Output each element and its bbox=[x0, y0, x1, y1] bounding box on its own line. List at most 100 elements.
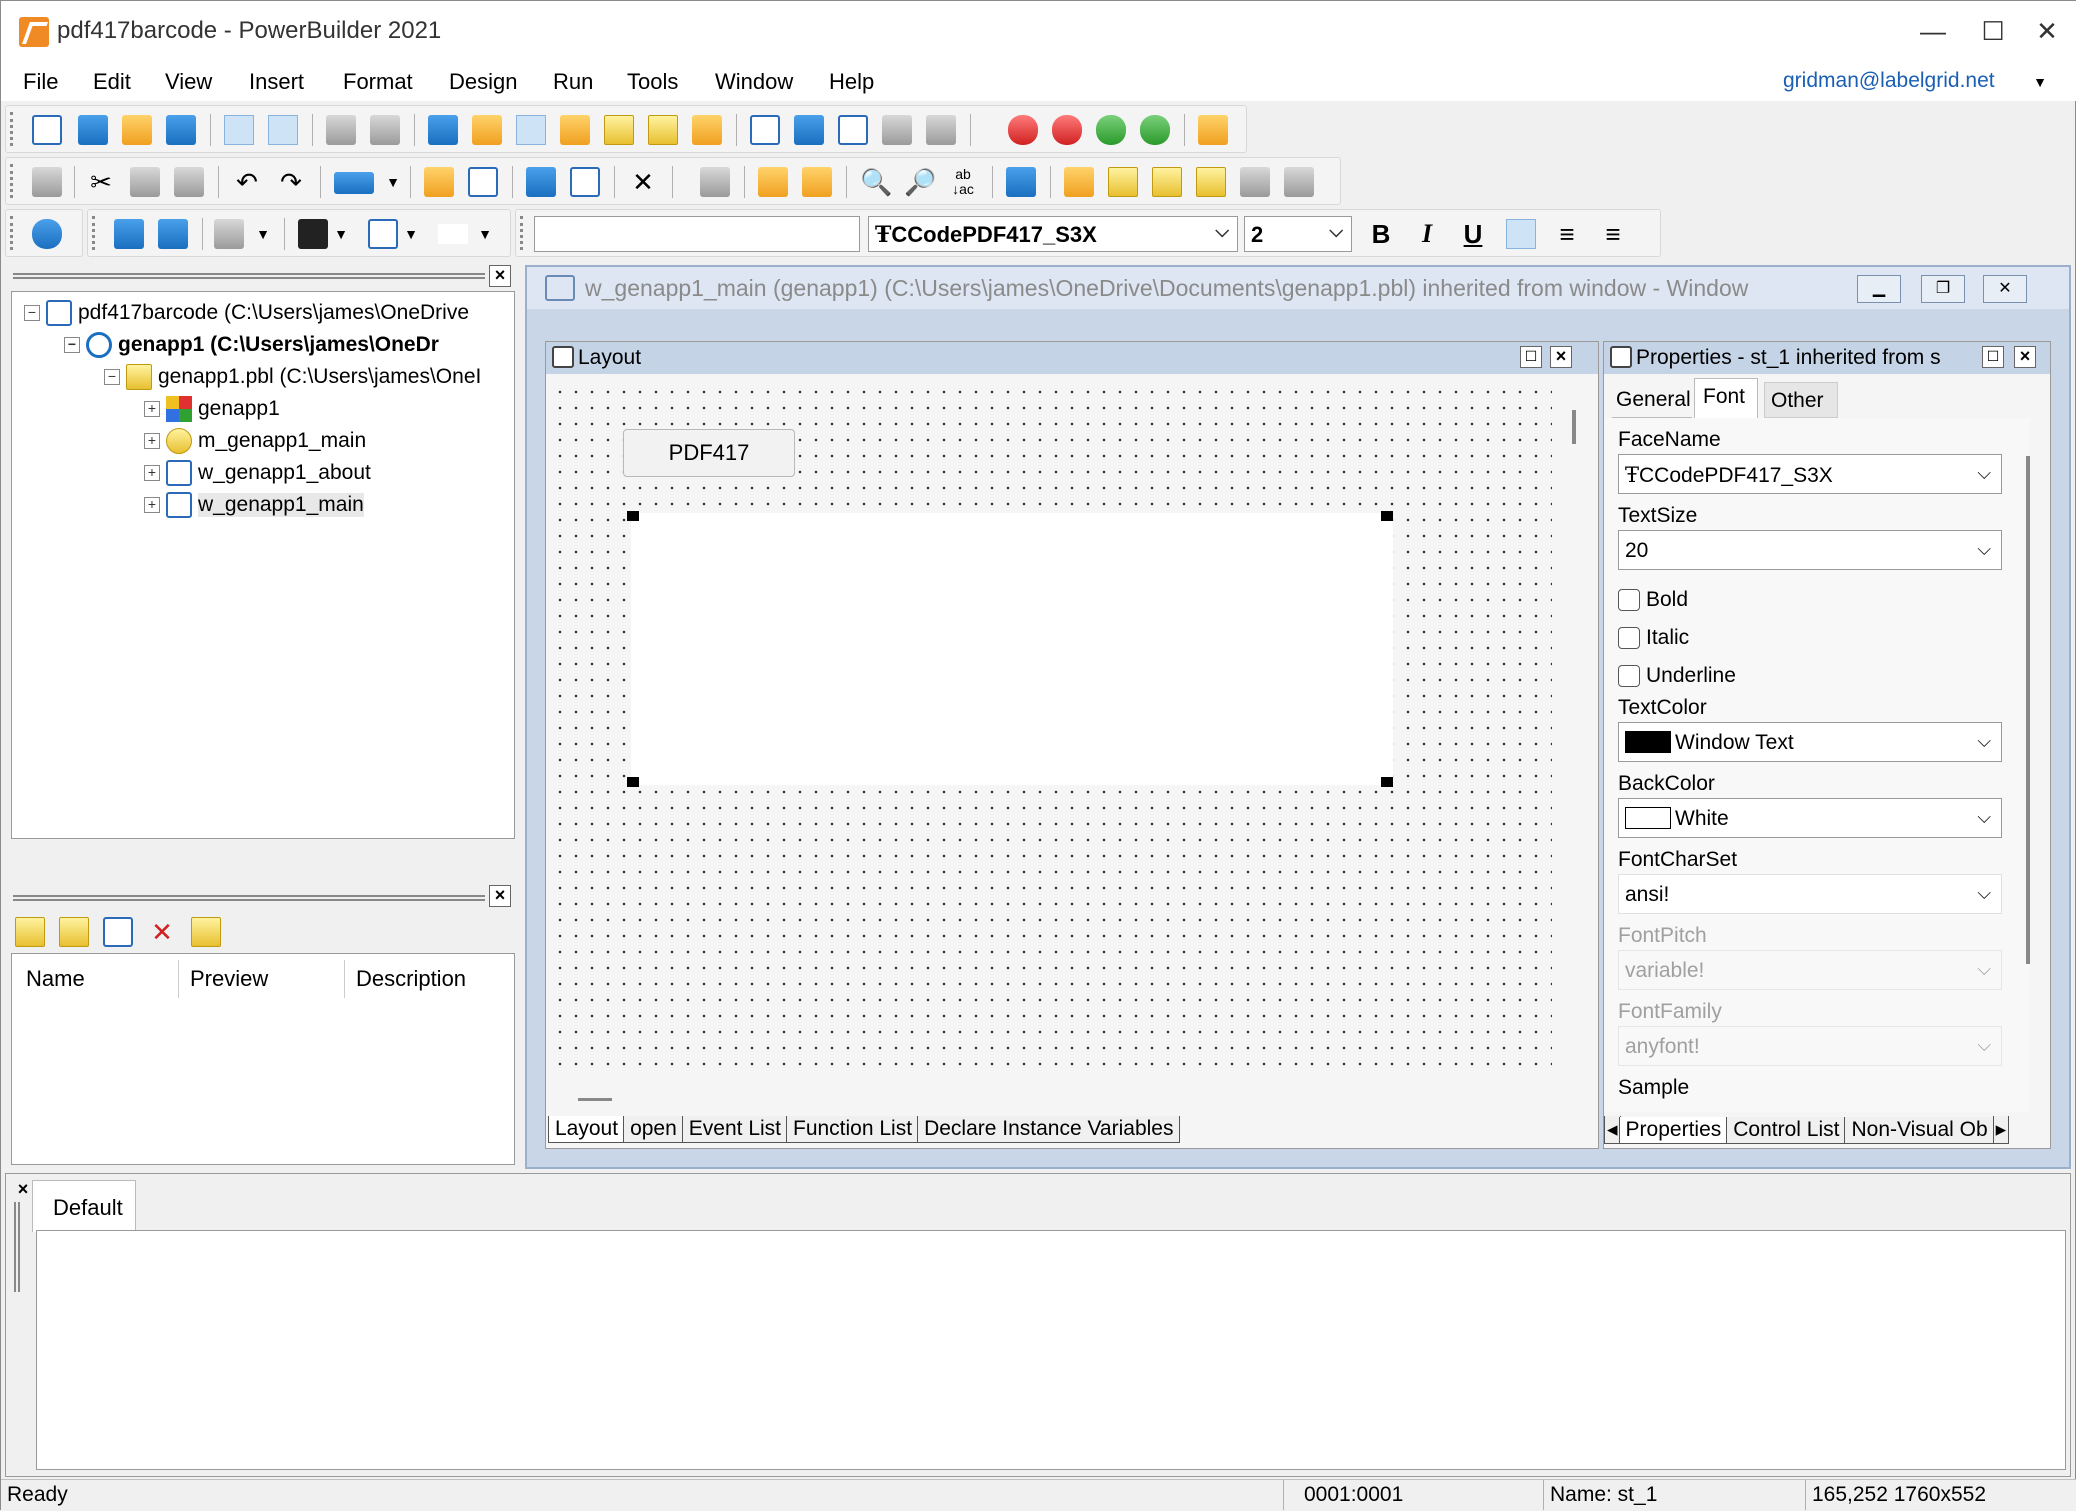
close-panel-icon[interactable]: × bbox=[489, 265, 511, 287]
expand-icon[interactable]: + bbox=[144, 401, 160, 417]
collapse-icon[interactable]: − bbox=[104, 369, 120, 385]
align-left-icon[interactable] bbox=[1506, 219, 1536, 249]
link-icon[interactable] bbox=[32, 219, 62, 249]
bring-front-icon[interactable] bbox=[114, 219, 144, 249]
line-numbers-icon[interactable] bbox=[526, 167, 556, 197]
resize-handle[interactable] bbox=[627, 777, 639, 787]
panel-drag-bar[interactable] bbox=[14, 1202, 20, 1292]
chart-icon[interactable] bbox=[560, 115, 590, 145]
close-pane-icon[interactable]: × bbox=[2014, 346, 2036, 368]
tab-order-icon[interactable] bbox=[758, 167, 788, 197]
user-account-link[interactable]: gridman@labelgrid.net bbox=[1783, 69, 1995, 93]
toolbar-grip[interactable] bbox=[10, 216, 14, 250]
menu-window[interactable]: Window bbox=[715, 69, 793, 95]
toolbar-grip[interactable] bbox=[520, 216, 524, 250]
font-name-combo[interactable]: ŦCCodePDF417_S3X ⌵ bbox=[868, 216, 1238, 252]
save-icon[interactable] bbox=[32, 167, 62, 197]
scroll-right-icon[interactable]: ▸ bbox=[1992, 1116, 2010, 1144]
paste-global-icon[interactable] bbox=[1284, 167, 1314, 197]
clip-properties-icon[interactable] bbox=[103, 917, 133, 947]
user-dropdown-icon[interactable]: ▼ bbox=[2025, 67, 2055, 97]
list-icon[interactable] bbox=[428, 115, 458, 145]
close-pane-icon[interactable]: × bbox=[1550, 346, 1572, 368]
underline-checkbox[interactable]: Underline bbox=[1618, 664, 1736, 688]
pdf417-command-button[interactable]: PDF417 bbox=[623, 429, 795, 477]
cut-icon[interactable]: ✂ bbox=[86, 167, 116, 197]
minimize-button[interactable]: — bbox=[1903, 13, 1963, 49]
maximize-pane-icon[interactable]: ☐ bbox=[1982, 346, 2004, 368]
tree-item-workspace[interactable]: − pdf417barcode (C:\Users\james\OneDrive bbox=[24, 300, 469, 326]
close-panel-icon[interactable]: × bbox=[489, 885, 511, 907]
backcolor-combo[interactable]: White ⌵ bbox=[1618, 798, 2002, 838]
resize-handle[interactable] bbox=[1381, 511, 1393, 521]
tab-function-list[interactable]: Function List bbox=[786, 1116, 920, 1143]
close-panel-icon[interactable]: × bbox=[12, 1180, 34, 1202]
output-text-area[interactable] bbox=[36, 1230, 2066, 1470]
tab-other[interactable]: Other bbox=[1764, 382, 1838, 418]
tree-item-window-about[interactable]: + w_genapp1_about bbox=[144, 460, 371, 486]
painter-close-button[interactable]: ✕ bbox=[1983, 275, 2027, 303]
run-icon[interactable] bbox=[1096, 115, 1126, 145]
expand-icon[interactable]: + bbox=[144, 465, 160, 481]
clip-delete-icon[interactable]: ✕ bbox=[147, 917, 177, 947]
tab-declare-instance-variables[interactable]: Declare Instance Variables bbox=[917, 1116, 1181, 1143]
resize-handle[interactable] bbox=[1381, 777, 1393, 787]
tree-item-target[interactable]: − genapp1 (C:\Users\james\OneDr bbox=[64, 332, 439, 358]
browse-folder-icon[interactable] bbox=[472, 115, 502, 145]
clip-icon[interactable] bbox=[516, 115, 546, 145]
vertical-scrollbar[interactable] bbox=[2026, 456, 2030, 964]
textsize-combo[interactable]: 20 ⌵ bbox=[1618, 530, 2002, 570]
debug-icon[interactable] bbox=[1008, 115, 1038, 145]
library-upload-icon[interactable] bbox=[268, 115, 298, 145]
edit-icon[interactable] bbox=[692, 115, 722, 145]
paste-icon[interactable] bbox=[174, 167, 204, 197]
delete-icon[interactable]: ✕ bbox=[628, 167, 658, 197]
select-run-icon[interactable] bbox=[1140, 115, 1170, 145]
inherit-icon[interactable] bbox=[78, 115, 108, 145]
column-header-description[interactable]: Description bbox=[356, 966, 466, 992]
store-closed-icon[interactable] bbox=[926, 115, 956, 145]
column-header-preview[interactable]: Preview bbox=[190, 966, 268, 992]
tab-general[interactable]: General bbox=[1612, 382, 1692, 418]
find-next-icon[interactable]: 🔎 bbox=[904, 167, 936, 197]
toolbar-grip[interactable] bbox=[92, 216, 96, 250]
horizontal-scrollbar[interactable] bbox=[578, 1098, 612, 1101]
painter-restore-button[interactable]: ❐ bbox=[1921, 275, 1965, 303]
column-header-name[interactable]: Name bbox=[26, 966, 85, 992]
fontcharset-combo[interactable]: ansi! ⌵ bbox=[1618, 874, 2002, 914]
menu-view[interactable]: View bbox=[165, 69, 212, 95]
align-center-icon[interactable]: ≡ bbox=[1552, 219, 1582, 249]
monitor-icon[interactable] bbox=[794, 115, 824, 145]
collapse-icon[interactable]: − bbox=[24, 305, 40, 321]
grid-icon[interactable] bbox=[700, 167, 730, 197]
menu-help[interactable]: Help bbox=[829, 69, 874, 95]
menu-run[interactable]: Run bbox=[553, 69, 593, 95]
paste-object-icon[interactable] bbox=[1240, 167, 1270, 197]
debug-select-icon[interactable] bbox=[1052, 115, 1082, 145]
copy-icon[interactable] bbox=[130, 167, 160, 197]
menu-file[interactable]: File bbox=[23, 69, 58, 95]
command-icon[interactable] bbox=[334, 172, 374, 194]
breakpoint-icon[interactable] bbox=[1064, 167, 1094, 197]
replace-icon[interactable]: ab ↓ac bbox=[948, 167, 978, 197]
static-text-st1[interactable] bbox=[631, 513, 1393, 785]
find-in-file-icon[interactable] bbox=[468, 167, 498, 197]
send-back-icon[interactable] bbox=[158, 219, 188, 249]
border-style-dropdown-icon[interactable]: ▼ bbox=[470, 219, 500, 249]
menu-design[interactable]: Design bbox=[449, 69, 517, 95]
monitor-remove-icon[interactable] bbox=[838, 115, 868, 145]
bold-button[interactable]: B bbox=[1366, 219, 1396, 249]
underline-button[interactable]: U bbox=[1458, 219, 1488, 249]
store-icon[interactable] bbox=[882, 115, 912, 145]
clip-paste-icon[interactable] bbox=[15, 917, 45, 947]
tab-font[interactable]: Font bbox=[1694, 378, 1758, 418]
checkbox-box[interactable] bbox=[1618, 665, 1640, 687]
panel-drag-bar[interactable] bbox=[13, 273, 485, 279]
sql-icon[interactable] bbox=[1108, 167, 1138, 197]
align-icon[interactable] bbox=[214, 219, 244, 249]
text-color-dropdown-icon[interactable]: ▼ bbox=[326, 219, 356, 249]
panel-drag-bar[interactable] bbox=[13, 895, 485, 901]
checkbox-box[interactable] bbox=[1618, 589, 1640, 611]
align-dropdown-icon[interactable]: ▼ bbox=[248, 219, 278, 249]
properties-doc-icon[interactable] bbox=[802, 167, 832, 197]
